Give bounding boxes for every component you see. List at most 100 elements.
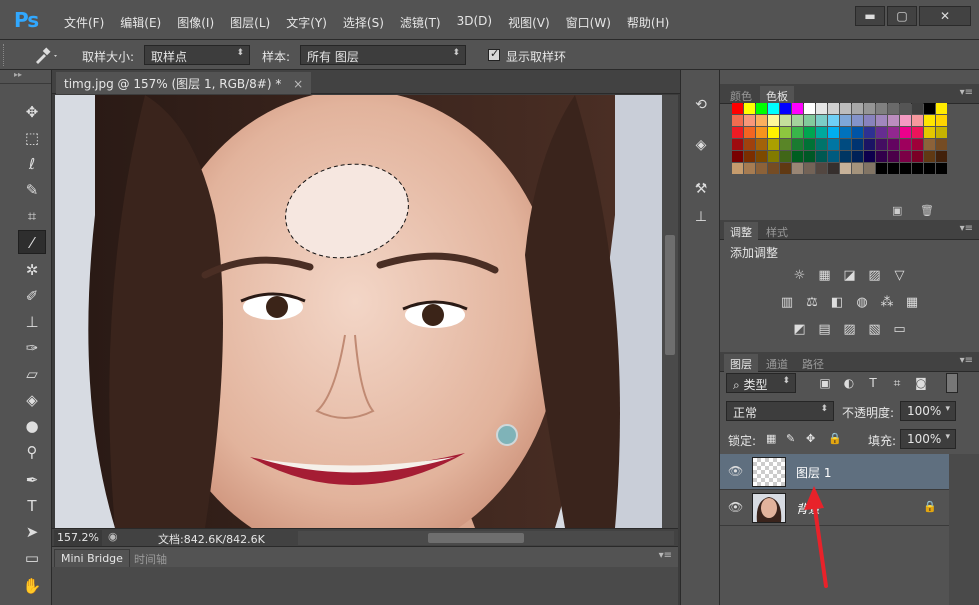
color-swatch[interactable] — [852, 151, 863, 162]
color-swatch[interactable] — [828, 127, 839, 138]
menu-select[interactable]: 选择(S) — [335, 14, 392, 31]
path-selection-tool-icon[interactable]: ➤ — [18, 520, 46, 544]
color-lookup-icon[interactable]: ▦ — [904, 295, 921, 310]
color-swatch[interactable] — [840, 151, 851, 162]
color-swatch[interactable] — [888, 103, 899, 114]
color-swatch[interactable] — [876, 127, 887, 138]
color-swatch[interactable] — [780, 151, 791, 162]
tab-color[interactable]: 颜色 — [724, 86, 758, 104]
color-swatch[interactable] — [828, 115, 839, 126]
eraser-tool-icon[interactable]: ▱ — [18, 362, 46, 386]
panel-menu-icon[interactable]: ▾≡ — [960, 87, 973, 98]
color-swatch[interactable] — [888, 163, 899, 174]
color-swatch[interactable] — [888, 115, 899, 126]
document-canvas[interactable] — [55, 95, 662, 528]
color-swatch[interactable] — [816, 139, 827, 150]
smart-object-filter-icon[interactable]: ◙ — [912, 374, 930, 392]
trash-icon[interactable]: 🗑 — [920, 204, 934, 217]
lock-position-icon[interactable]: ✥ — [806, 432, 815, 445]
panel-menu-icon[interactable]: ▾≡ — [659, 550, 672, 561]
color-swatch[interactable] — [828, 103, 839, 114]
color-swatch[interactable] — [888, 127, 899, 138]
color-swatch[interactable] — [876, 115, 887, 126]
levels-icon[interactable]: ▦ — [816, 268, 833, 283]
close-window-button[interactable]: ✕ — [919, 6, 971, 26]
color-swatch[interactable] — [756, 127, 767, 138]
status-info-icon[interactable]: ◉ — [108, 530, 118, 543]
lock-all-icon[interactable]: 🔒 — [828, 432, 842, 445]
tab-paths[interactable]: 路径 — [796, 354, 830, 372]
color-swatch[interactable] — [816, 103, 827, 114]
filter-toggle[interactable] — [946, 373, 958, 393]
color-swatch[interactable] — [900, 163, 911, 174]
curves-icon[interactable]: ◪ — [841, 268, 858, 283]
lasso-tool-icon[interactable]: ℓ — [18, 152, 46, 176]
color-swatch[interactable] — [876, 151, 887, 162]
minimize-button[interactable]: ▬ — [855, 6, 885, 26]
color-swatch[interactable] — [780, 139, 791, 150]
color-swatch[interactable] — [744, 115, 755, 126]
dodge-tool-icon[interactable]: ⚲ — [18, 440, 46, 464]
color-swatch[interactable] — [888, 151, 899, 162]
color-swatch[interactable] — [900, 127, 911, 138]
vertical-scrollbar[interactable] — [662, 95, 678, 528]
opacity-field[interactable]: 100% ▾ — [900, 401, 956, 421]
color-swatch[interactable] — [912, 115, 923, 126]
history-panel-icon[interactable]: ⟲ — [689, 94, 713, 116]
color-swatch[interactable] — [864, 151, 875, 162]
options-bar-grip[interactable] — [3, 44, 7, 66]
panel-menu-icon[interactable]: ▾≡ — [960, 355, 973, 366]
menu-layer[interactable]: 图层(L) — [222, 14, 278, 31]
color-swatch[interactable] — [924, 115, 935, 126]
color-swatch[interactable] — [852, 139, 863, 150]
clone-stamp-tool-icon[interactable]: ⊥ — [18, 310, 46, 334]
color-swatch[interactable] — [864, 115, 875, 126]
quick-selection-tool-icon[interactable]: ✎ — [18, 178, 46, 202]
menu-3d[interactable]: 3D(D) — [449, 14, 500, 31]
brightness-contrast-icon[interactable]: ☼ — [791, 268, 808, 283]
color-swatch[interactable] — [840, 103, 851, 114]
color-swatch[interactable] — [732, 103, 743, 114]
color-swatch[interactable] — [912, 163, 923, 174]
color-swatch[interactable] — [900, 103, 911, 114]
color-swatch[interactable] — [864, 127, 875, 138]
type-filter-icon[interactable]: T — [864, 374, 882, 392]
shape-filter-icon[interactable]: ⌗ — [888, 374, 906, 392]
type-tool-icon[interactable]: T — [18, 494, 46, 518]
color-swatch[interactable] — [876, 163, 887, 174]
color-swatch[interactable] — [936, 115, 947, 126]
color-swatch[interactable] — [840, 115, 851, 126]
move-tool-icon[interactable]: ✥ — [18, 100, 46, 124]
gradient-map-icon[interactable]: ▭ — [891, 322, 908, 337]
rectangle-tool-icon[interactable]: ▭ — [18, 546, 46, 570]
eye-icon[interactable]: 👁 — [728, 500, 744, 514]
color-swatch[interactable] — [744, 127, 755, 138]
color-swatch[interactable] — [744, 103, 755, 114]
color-swatch[interactable] — [756, 103, 767, 114]
color-swatch[interactable] — [792, 163, 803, 174]
color-balance-icon[interactable]: ⚖ — [804, 295, 821, 310]
color-swatch[interactable] — [900, 139, 911, 150]
threshold-icon[interactable]: ▨ — [841, 322, 858, 337]
color-swatch[interactable] — [840, 163, 851, 174]
close-tab-icon[interactable]: × — [293, 77, 303, 91]
menu-image[interactable]: 图像(I) — [169, 14, 222, 31]
eye-icon[interactable]: 👁 — [728, 464, 744, 478]
color-swatch[interactable] — [828, 139, 839, 150]
3d-panel-icon[interactable]: ◈ — [689, 134, 713, 156]
color-swatch[interactable] — [768, 103, 779, 114]
tool-preset-picker[interactable] — [32, 46, 62, 64]
color-swatch[interactable] — [744, 163, 755, 174]
tab-layers[interactable]: 图层 — [724, 354, 758, 372]
layer-row-layer1[interactable]: 👁 图层 1 — [720, 454, 949, 490]
pixel-filter-icon[interactable]: ▣ — [816, 374, 834, 392]
color-swatch[interactable] — [924, 139, 935, 150]
color-swatch[interactable] — [876, 139, 887, 150]
color-swatch[interactable] — [816, 163, 827, 174]
crop-tool-icon[interactable]: ⌗ — [18, 204, 46, 228]
color-swatch[interactable] — [780, 103, 791, 114]
color-swatch[interactable] — [780, 115, 791, 126]
color-swatch[interactable] — [792, 115, 803, 126]
history-brush-tool-icon[interactable]: ✑ — [18, 336, 46, 360]
hand-tool-icon[interactable]: ✋ — [18, 574, 46, 598]
